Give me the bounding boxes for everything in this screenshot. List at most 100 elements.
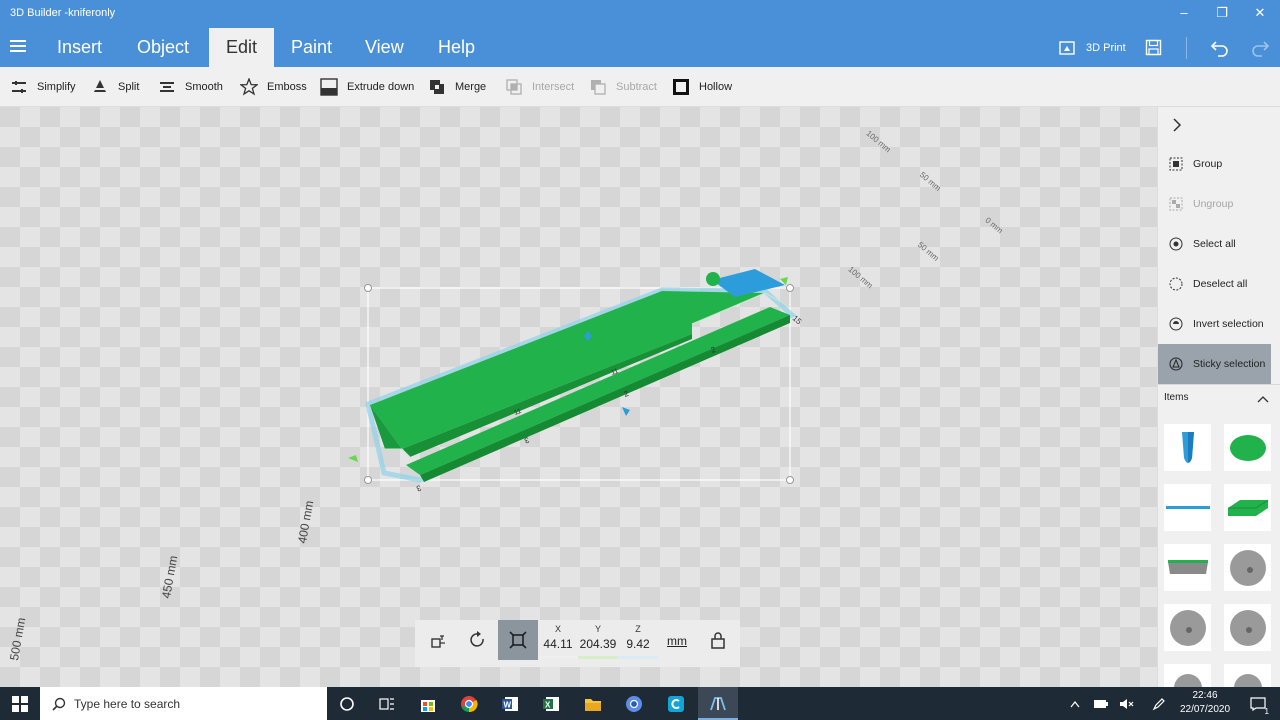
store-bag-icon — [421, 699, 435, 712]
smooth-button[interactable]: Smooth — [158, 67, 223, 107]
chrome-app[interactable] — [449, 687, 489, 720]
item-thumbnail[interactable] — [1224, 604, 1271, 651]
menu-bar: Insert Object Edit Paint View Help 3D Pr… — [0, 28, 1280, 67]
show-hidden-icons[interactable] — [1063, 687, 1087, 720]
ungroup-button[interactable]: Ungroup — [1158, 184, 1271, 224]
volume-muted-icon — [1120, 698, 1134, 709]
item-thumbnail[interactable] — [1164, 484, 1211, 531]
smooth-label: Smooth — [185, 81, 223, 93]
svg-text:W: W — [504, 700, 512, 709]
save-icon[interactable] — [1145, 39, 1162, 56]
group-icon — [1169, 157, 1183, 171]
simplify-button[interactable]: Simplify — [10, 67, 76, 107]
subtract-button[interactable]: Subtract — [589, 67, 657, 107]
group-button[interactable]: Group — [1158, 144, 1271, 184]
svg-text:3: 3 — [415, 483, 423, 493]
c-app-icon — [668, 695, 684, 712]
position-toolbar: X 44.11 Y 204.39 Z 9.42 mm — [415, 620, 740, 667]
item-thumbnail[interactable] — [1164, 664, 1211, 687]
item-thumbnail[interactable] — [1224, 544, 1271, 591]
task-view-button[interactable] — [367, 687, 407, 720]
tab-help[interactable]: Help — [426, 28, 487, 67]
intersect-button[interactable]: Intersect — [505, 67, 574, 107]
lock-scale-button[interactable] — [698, 620, 738, 660]
emboss-button[interactable]: Emboss — [240, 67, 307, 107]
store-app[interactable] — [408, 687, 448, 720]
item-thumbnail[interactable] — [1224, 424, 1271, 471]
hollow-label: Hollow — [699, 81, 733, 93]
x-coordinate[interactable]: X 44.11 — [538, 620, 578, 659]
taskbar-search-box[interactable]: Type here to search — [40, 687, 327, 720]
window-title: 3D Builder -kniferonly — [10, 7, 116, 19]
system-clock[interactable]: 22:46 22/07/2020 — [1175, 689, 1235, 717]
merge-button[interactable]: Merge — [428, 67, 486, 107]
scale-mode-button[interactable] — [498, 620, 538, 660]
item-thumbnail[interactable] — [1164, 424, 1211, 471]
volume-tray[interactable] — [1115, 687, 1139, 720]
tab-edit[interactable]: Edit — [209, 28, 274, 67]
close-button[interactable]: ✕ — [1242, 2, 1278, 26]
task-view-icon — [379, 697, 394, 710]
minimize-button[interactable]: – — [1166, 2, 1202, 26]
item-thumbnail[interactable] — [1164, 604, 1211, 651]
title-bar: 3D Builder -kniferonly – ❐ ✕ — [0, 0, 1280, 28]
move-mode-button[interactable] — [418, 620, 458, 660]
y-coordinate[interactable]: Y 204.39 — [578, 620, 618, 659]
knife-model[interactable]: 2 11 2 11 3 3 15 — [0, 107, 1157, 687]
3d-builder-icon — [710, 696, 726, 710]
item-thumbnail[interactable] — [1164, 544, 1211, 591]
collapse-items-chevron-icon[interactable] — [1257, 395, 1269, 403]
hollow-button[interactable]: Hollow — [672, 67, 732, 107]
3d-builder-app[interactable] — [698, 687, 738, 720]
pen-tray[interactable] — [1147, 687, 1171, 720]
extrude-down-button[interactable]: Extrude down — [320, 67, 414, 107]
merge-icon — [428, 78, 446, 96]
file-explorer-app[interactable] — [573, 687, 613, 720]
z-coordinate[interactable]: Z 9.42 — [618, 620, 658, 659]
undo-icon[interactable] — [1210, 38, 1230, 58]
star-icon — [240, 78, 258, 96]
action-center-button[interactable]: 1 — [1244, 687, 1272, 720]
unit-selector[interactable]: mm — [667, 634, 687, 648]
cortana-circle-icon — [340, 696, 354, 711]
start-button[interactable] — [0, 687, 40, 720]
svg-text:3: 3 — [523, 435, 531, 445]
invert-selection-button[interactable]: Invert selection — [1158, 304, 1271, 344]
z-axis-label: Z — [635, 624, 641, 634]
select-all-button[interactable]: Select all — [1158, 224, 1271, 264]
maximize-button[interactable]: ❐ — [1204, 2, 1240, 26]
word-app[interactable]: W — [490, 687, 530, 720]
extrude-down-icon — [320, 78, 338, 96]
group-label: Group — [1193, 158, 1223, 170]
emboss-label: Emboss — [267, 81, 307, 93]
rotate-mode-button[interactable] — [458, 620, 498, 660]
move-icon — [431, 635, 445, 648]
invert-selection-label: Invert selection — [1193, 318, 1264, 330]
tab-paint[interactable]: Paint — [279, 28, 344, 67]
deselect-all-button[interactable]: Deselect all — [1158, 264, 1271, 304]
hamburger-menu-icon[interactable] — [10, 40, 26, 54]
tab-object[interactable]: Object — [125, 28, 201, 67]
chrome-icon — [461, 695, 478, 712]
3d-viewport[interactable]: 500 mm 450 mm 400 mm 100 mm 50 mm 0 mm 5… — [0, 107, 1157, 687]
3d-print-button[interactable]: 3D Print — [1058, 28, 1126, 67]
battery-tray[interactable] — [1089, 687, 1113, 720]
y-axis-label: Y — [594, 624, 601, 634]
sticky-selection-button[interactable]: Sticky selection — [1158, 344, 1271, 384]
excel-app[interactable]: X — [531, 687, 571, 720]
chrome-profile-app[interactable] — [614, 687, 654, 720]
tab-view[interactable]: View — [353, 28, 416, 67]
item-thumbnail[interactable] — [1224, 484, 1271, 531]
cortana-button[interactable] — [327, 687, 367, 720]
app-c[interactable] — [656, 687, 696, 720]
y-value: 204.39 — [579, 637, 617, 651]
redo-icon[interactable] — [1250, 38, 1270, 58]
split-button[interactable]: Split — [91, 67, 139, 107]
collapse-panel-chevron-icon[interactable] — [1172, 118, 1182, 132]
subtract-label: Subtract — [616, 81, 657, 93]
split-icon — [91, 78, 109, 96]
item-thumbnail[interactable] — [1224, 664, 1271, 687]
tab-insert[interactable]: Insert — [45, 28, 114, 67]
simplify-icon — [10, 78, 28, 96]
smooth-icon — [158, 78, 176, 96]
